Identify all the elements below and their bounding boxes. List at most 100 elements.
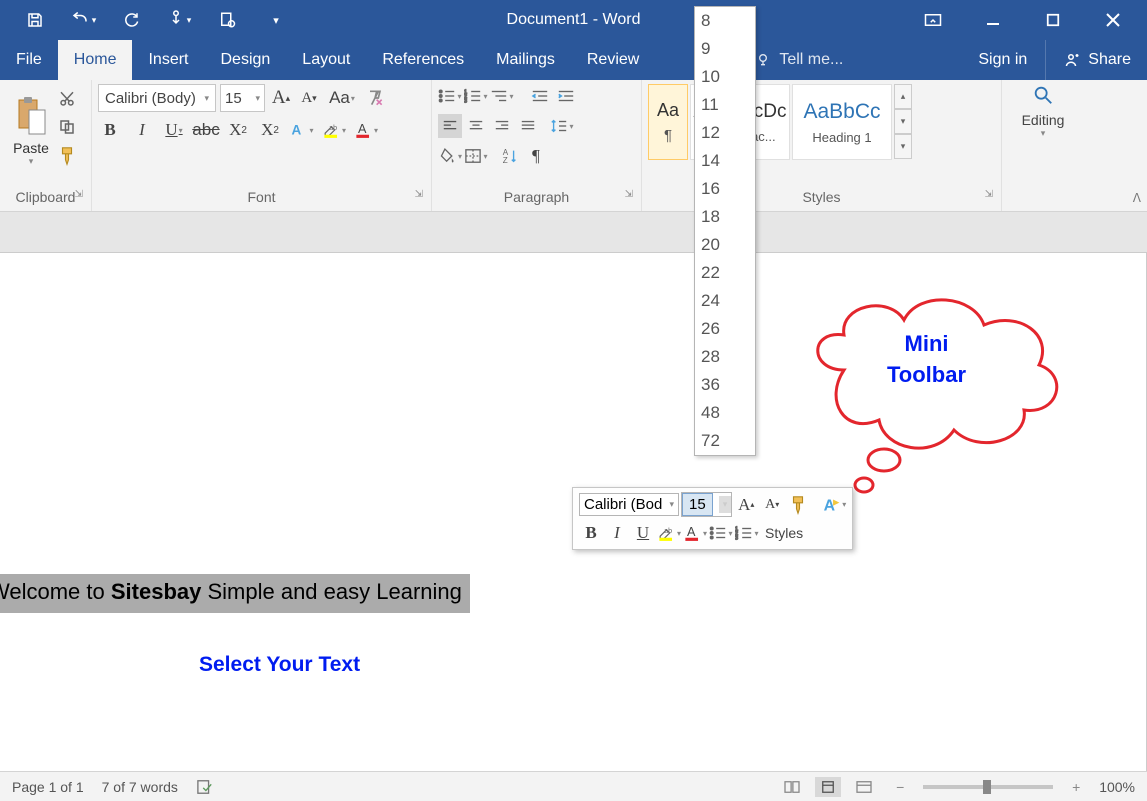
size-option[interactable]: 72	[695, 427, 755, 455]
styles-expand[interactable]: ▾	[894, 134, 912, 159]
page-indicator[interactable]: Page 1 of 1	[12, 779, 84, 795]
show-marks-button[interactable]: ¶	[524, 144, 548, 168]
zoom-slider[interactable]	[923, 785, 1053, 789]
size-option[interactable]: 14	[695, 147, 755, 175]
size-option[interactable]: 20	[695, 231, 755, 259]
size-option[interactable]: 26	[695, 315, 755, 343]
mini-highlight[interactable]: ab	[657, 521, 681, 545]
zoom-out-button[interactable]: −	[887, 777, 913, 797]
underline-button[interactable]: U	[162, 118, 186, 142]
align-center-button[interactable]	[464, 114, 488, 138]
size-option[interactable]: 28	[695, 343, 755, 371]
paste-button[interactable]: Paste ▾	[6, 84, 56, 179]
print-layout-button[interactable]	[815, 777, 841, 797]
shrink-font-button[interactable]: A▾	[297, 86, 321, 110]
numbering-button[interactable]: 123	[464, 84, 488, 108]
size-option[interactable]: 24	[695, 287, 755, 315]
document-page[interactable]: Welcome to Sitesbay Simple and easy Lear…	[0, 252, 1147, 801]
print-preview-button[interactable]	[212, 5, 242, 35]
change-case-button[interactable]: Aa	[325, 86, 359, 110]
font-size-dropdown[interactable]: 8 9 10 11 12 14 16 18 20 22 24 26 28 36 …	[694, 6, 756, 456]
tell-me-search[interactable]: Tell me...	[755, 40, 843, 80]
tab-layout[interactable]: Layout	[286, 40, 366, 80]
paragraph-launcher[interactable]: ⇲	[625, 189, 633, 200]
size-option[interactable]: 9	[695, 35, 755, 63]
size-option[interactable]: 16	[695, 175, 755, 203]
mini-bold[interactable]: B	[579, 521, 603, 545]
grow-font-button[interactable]: A▴	[269, 86, 293, 110]
shading-button[interactable]	[438, 144, 462, 168]
tab-mailings[interactable]: Mailings	[480, 40, 571, 80]
mini-shrink-font[interactable]: A▾	[760, 493, 784, 517]
tab-design[interactable]: Design	[204, 40, 286, 80]
read-mode-button[interactable]	[779, 777, 805, 797]
spell-check-icon[interactable]	[196, 779, 214, 795]
text-effects-button[interactable]: A	[290, 118, 314, 142]
size-option[interactable]: 12	[695, 119, 755, 147]
mini-styles[interactable]: Styles	[761, 521, 807, 545]
touch-mode-button[interactable]: ▾	[164, 5, 194, 35]
zoom-level[interactable]: 100%	[1099, 779, 1135, 795]
format-painter-button[interactable]	[58, 146, 80, 168]
justify-button[interactable]	[516, 114, 540, 138]
decrease-indent-button[interactable]	[528, 84, 552, 108]
word-count[interactable]: 7 of 7 words	[102, 779, 178, 795]
cut-button[interactable]	[58, 90, 80, 112]
editing-button[interactable]: Editing ▾	[1008, 84, 1078, 139]
font-size-combo[interactable]: 15▾	[220, 84, 265, 112]
align-left-button[interactable]	[438, 114, 462, 138]
zoom-in-button[interactable]: +	[1063, 777, 1089, 797]
mini-font-color[interactable]: A	[683, 521, 707, 545]
maximize-button[interactable]	[1033, 5, 1073, 35]
size-option[interactable]: 11	[695, 91, 755, 119]
mini-italic[interactable]: I	[605, 521, 629, 545]
highlight-button[interactable]: ab	[322, 118, 346, 142]
styles-row-up[interactable]: ▴	[894, 84, 912, 109]
web-layout-button[interactable]	[851, 777, 877, 797]
style-heading1[interactable]: AaBbCc Heading 1	[792, 84, 892, 160]
size-option[interactable]: 36	[695, 371, 755, 399]
close-button[interactable]	[1093, 5, 1133, 35]
tab-file[interactable]: File	[0, 40, 58, 80]
line-spacing-button[interactable]	[550, 114, 574, 138]
font-color-button[interactable]: A	[354, 118, 378, 142]
size-option[interactable]: 8	[695, 7, 755, 35]
styles-launcher[interactable]: ⇲	[985, 189, 993, 200]
undo-button[interactable]: ▾	[68, 5, 98, 35]
share-button[interactable]: Share	[1045, 40, 1147, 80]
multilevel-list-button[interactable]	[490, 84, 514, 108]
mini-grow-font[interactable]: A▴	[734, 493, 758, 517]
size-option[interactable]: 18	[695, 203, 755, 231]
tab-review[interactable]: Review	[571, 40, 655, 80]
mini-format-painter[interactable]	[786, 493, 810, 517]
mini-bullets[interactable]	[709, 521, 733, 545]
clear-formatting-button[interactable]	[363, 86, 387, 110]
style-normal[interactable]: Aa ¶	[648, 84, 688, 160]
italic-button[interactable]: I	[130, 118, 154, 142]
mini-underline[interactable]: U	[631, 521, 655, 545]
size-option[interactable]: 22	[695, 259, 755, 287]
bullets-button[interactable]	[438, 84, 462, 108]
mini-numbering[interactable]: 123	[735, 521, 759, 545]
styles-row-down[interactable]: ▾	[894, 109, 912, 134]
size-option[interactable]: 48	[695, 399, 755, 427]
superscript-button[interactable]: X2	[258, 118, 282, 142]
bold-button[interactable]: B	[98, 118, 122, 142]
sign-in-button[interactable]: Sign in	[960, 40, 1045, 80]
copy-button[interactable]	[58, 118, 80, 140]
align-right-button[interactable]	[490, 114, 514, 138]
save-button[interactable]	[20, 5, 50, 35]
tab-home[interactable]: Home	[58, 40, 133, 80]
strikethrough-button[interactable]: abc	[194, 118, 218, 142]
clipboard-launcher[interactable]: ⇲	[75, 189, 83, 200]
tab-insert[interactable]: Insert	[132, 40, 204, 80]
mini-text-effects[interactable]: A	[822, 493, 846, 517]
minimize-button[interactable]	[973, 5, 1013, 35]
redo-button[interactable]	[116, 5, 146, 35]
size-option[interactable]: 10	[695, 63, 755, 91]
mini-size-combo[interactable]: 15▾	[681, 492, 732, 517]
collapse-ribbon-button[interactable]: ᐱ	[1133, 191, 1141, 205]
borders-button[interactable]	[464, 144, 488, 168]
selected-text[interactable]: Welcome to Sitesbay Simple and easy Lear…	[0, 574, 470, 613]
sort-button[interactable]: AZ	[498, 144, 522, 168]
